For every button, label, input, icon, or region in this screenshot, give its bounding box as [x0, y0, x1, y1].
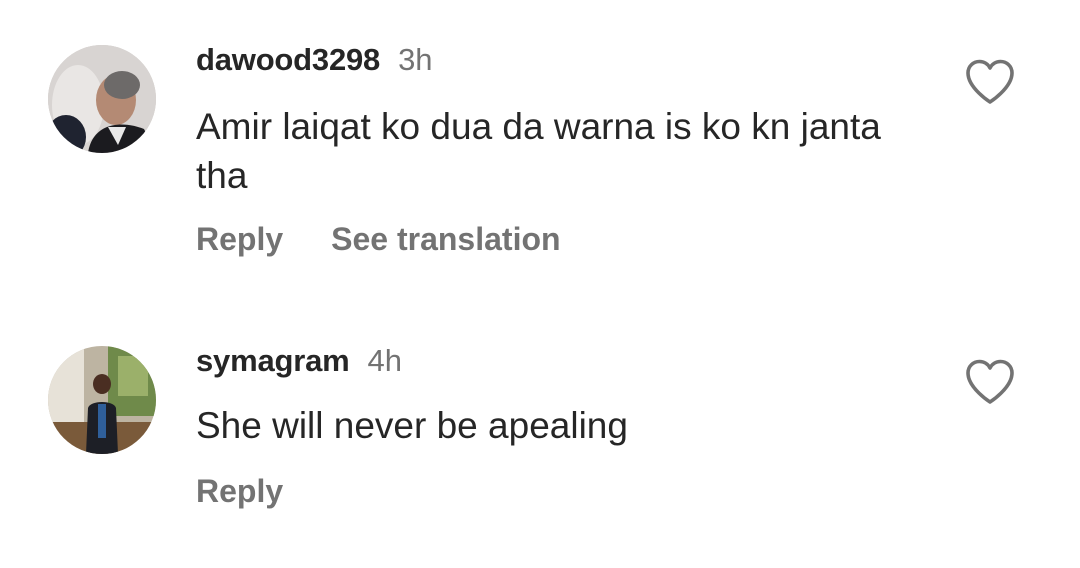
comment-text: She will never be apealing [196, 405, 628, 446]
username[interactable]: dawood3298 [196, 42, 380, 77]
heart-outline-icon [966, 59, 1014, 104]
reply-button[interactable]: Reply [196, 471, 283, 511]
avatar-photo [48, 346, 156, 454]
avatar[interactable] [48, 346, 156, 454]
like-button[interactable] [964, 58, 1016, 106]
comment-text: Amir laiqat ko dua da warna is ko kn jan… [196, 106, 881, 196]
like-button[interactable] [964, 358, 1016, 406]
heart-outline-icon [966, 359, 1014, 404]
comment-item: symagram 4h She will never be apealing Re… [0, 300, 1080, 568]
avatar[interactable] [48, 45, 156, 153]
comment-actions: Reply See translation [196, 219, 561, 266]
reply-button[interactable]: Reply [196, 219, 283, 259]
timestamp: 3h [398, 42, 433, 77]
username[interactable]: symagram [196, 343, 350, 378]
comment-item: dawood3298 3h Amir laiqat ko dua da warna… [0, 0, 1080, 300]
see-translation-button[interactable]: See translation [331, 219, 560, 259]
comment-actions: Reply [196, 471, 283, 518]
comment-meta: dawood3298 3h [196, 42, 433, 84]
timestamp: 4h [367, 343, 402, 378]
avatar-photo [48, 45, 156, 153]
comment-meta: symagram 4h [196, 343, 402, 385]
